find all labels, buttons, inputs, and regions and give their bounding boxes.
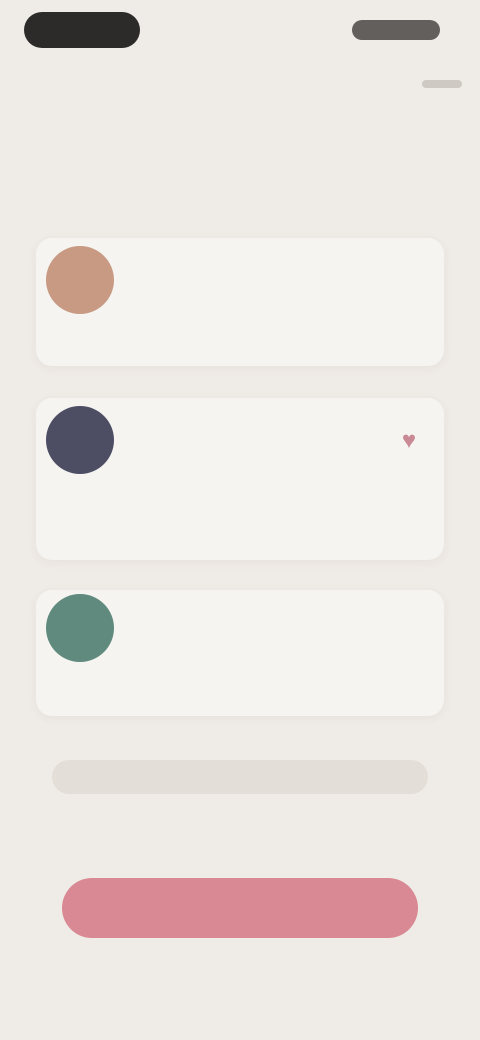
heart-icon[interactable]: ♥ — [396, 428, 422, 454]
bottom-info-bar[interactable] — [52, 760, 428, 794]
avatar — [46, 246, 114, 314]
profile-card[interactable] — [36, 238, 444, 366]
profile-card[interactable]: ♥ — [36, 398, 444, 560]
avatar — [46, 594, 114, 662]
profile-card[interactable] — [36, 590, 444, 716]
primary-cta-button[interactable] — [62, 878, 418, 938]
top-right-indicator — [352, 20, 440, 40]
top-hint — [422, 80, 462, 88]
top-left-pill[interactable] — [24, 12, 140, 48]
screen: ♥ — [0, 0, 480, 1040]
avatar — [46, 406, 114, 474]
